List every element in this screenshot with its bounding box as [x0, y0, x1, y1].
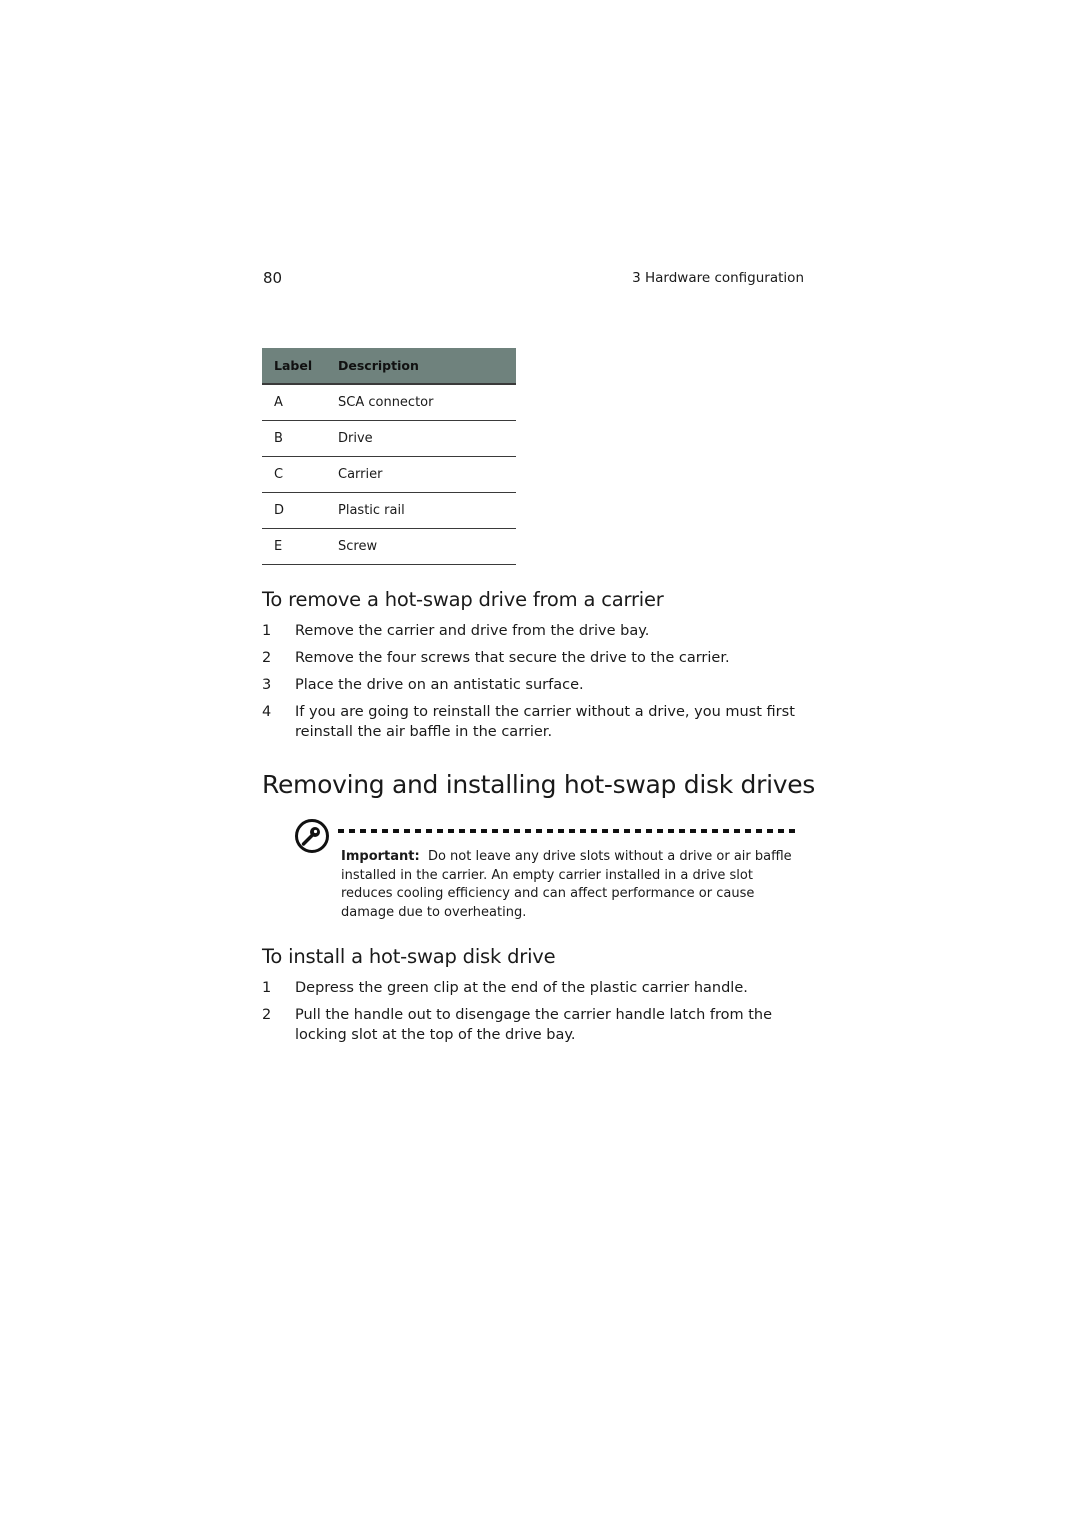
note-text: Important: Do not leave any drive slots … — [341, 848, 801, 922]
row-label: C — [262, 456, 338, 493]
table-row: B Drive — [262, 420, 516, 457]
step-text: Place the drive on an antistatic surface… — [295, 677, 584, 693]
row-description: Plastic rail — [338, 492, 516, 529]
column-header-description: Description — [338, 348, 516, 385]
list-item: 4 If you are going to reinstall the carr… — [262, 702, 807, 742]
list-item: 3 Place the drive on an antistatic surfa… — [262, 675, 807, 695]
table-row: E Screw — [262, 528, 516, 565]
step-text: Depress the green clip at the end of the… — [295, 980, 748, 996]
remove-steps-list: 1 Remove the carrier and drive from the … — [262, 621, 807, 749]
dotted-divider — [338, 829, 798, 833]
row-label: E — [262, 528, 338, 565]
step-text: Remove the four screws that secure the d… — [295, 650, 730, 666]
list-item: 1 Remove the carrier and drive from the … — [262, 621, 807, 641]
step-text: Pull the handle out to disengage the car… — [295, 1007, 773, 1043]
list-item: 2 Remove the four screws that secure the… — [262, 648, 807, 668]
list-item: 2 Pull the handle out to disengage the c… — [262, 1005, 807, 1045]
table-header-row: Label Description — [262, 348, 516, 385]
row-description: Carrier — [338, 456, 516, 493]
section-heading: Removing and installing hot-swap disk dr… — [262, 770, 816, 799]
table-row: A SCA connector — [262, 384, 516, 421]
row-description: Drive — [338, 420, 516, 457]
row-description: Screw — [338, 528, 516, 565]
step-number: 2 — [262, 650, 272, 666]
row-label: B — [262, 420, 338, 457]
step-text: Remove the carrier and drive from the dr… — [295, 623, 650, 639]
step-number: 1 — [262, 980, 272, 996]
running-header: 3 Hardware configuration — [632, 270, 804, 286]
row-description: SCA connector — [338, 384, 516, 421]
note-label: Important: — [341, 849, 420, 864]
list-item: 1 Depress the green clip at the end of t… — [262, 978, 807, 998]
remove-section-title: To remove a hot-swap drive from a carrie… — [262, 588, 664, 611]
table-row: D Plastic rail — [262, 492, 516, 529]
row-label: A — [262, 384, 338, 421]
step-number: 1 — [262, 623, 272, 639]
step-text: If you are going to reinstall the carrie… — [295, 704, 795, 740]
page-number: 80 — [263, 269, 283, 287]
column-header-label: Label — [262, 348, 338, 385]
step-number: 4 — [262, 704, 272, 720]
step-number: 2 — [262, 1007, 272, 1023]
row-label: D — [262, 492, 338, 529]
step-number: 3 — [262, 677, 272, 693]
install-steps-list: 1 Depress the green clip at the end of t… — [262, 978, 807, 1052]
install-section-title: To install a hot-swap disk drive — [262, 945, 556, 968]
label-table: Label Description A SCA connector B Driv… — [262, 348, 516, 565]
table-row: C Carrier — [262, 456, 516, 493]
key-icon — [294, 818, 330, 854]
